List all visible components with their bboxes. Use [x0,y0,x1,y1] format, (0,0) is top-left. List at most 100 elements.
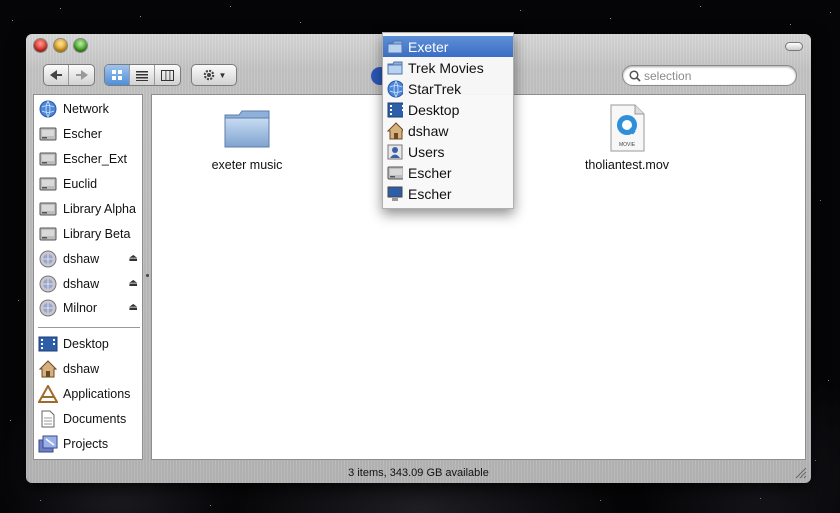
file-item[interactable]: MOVIE tholiantest.mov [572,102,682,172]
sidebar-item-label: Library Beta [63,227,131,241]
action-menu-button[interactable]: ▼ [191,64,237,86]
desktop-icon [38,334,58,354]
sidebar-item[interactable]: Library Alpha [34,197,144,221]
sidebar-item[interactable]: Milnor ⏏ [34,296,144,320]
star [140,16,141,17]
star [610,18,611,19]
eject-icon[interactable]: ⏏ [129,253,138,264]
eject-icon[interactable]: ⏏ [129,302,138,313]
sidebar-item[interactable]: Library Beta [34,222,144,246]
path-menu-item-label: Escher [408,185,452,202]
star [210,505,211,506]
applications-icon [38,384,58,404]
globe-icon [387,80,403,97]
search-field[interactable] [622,65,797,86]
computer-icon [387,186,403,202]
star [830,12,831,13]
projects-icon [38,434,58,454]
path-menu-item-label: Exeter [408,38,449,55]
star [10,420,11,421]
sidebar-place-item[interactable]: dshaw [34,357,144,381]
sidebar-splitter[interactable] [144,94,151,460]
list-view-icon [136,70,148,81]
hard-drive-icon [38,199,58,219]
path-menu-item[interactable]: Escher [383,183,513,204]
network-volume-icon [38,274,58,294]
close-button[interactable] [34,39,47,52]
hard-drive-icon [38,149,58,169]
path-menu-item[interactable]: Users [383,141,513,162]
minimize-button[interactable] [54,39,67,52]
sidebar-item[interactable]: Escher_Ext [34,147,144,171]
hard-drive-icon [38,174,58,194]
star [520,10,521,11]
sidebar-item-label: Escher_Ext [63,152,127,166]
file-item[interactable]: exeter music [192,102,302,172]
users-icon [387,144,403,160]
sidebar-place-item[interactable]: Applications [34,382,144,406]
hard-drive-icon [387,165,403,181]
back-arrow-icon [50,70,62,80]
file-label: tholiantest.mov [584,158,670,172]
list-view-button[interactable] [130,65,155,85]
path-menu-item[interactable]: Escher [383,162,513,183]
status-text: 3 items, 343.09 GB available [348,466,489,479]
sidebar-item-label: Library Alpha [63,202,136,216]
sidebar-item-label: Applications [63,387,131,401]
sidebar-item[interactable]: dshaw ⏏ [34,247,144,271]
path-menu-item-label: Trek Movies [408,59,484,76]
sidebar: Network Escher Escher_Ext Euclid Library Alp… [33,94,143,460]
toolbar-toggle-button[interactable] [785,42,803,51]
network-volume-icon [38,298,58,318]
star [700,6,701,7]
sidebar-item-label: Euclid [63,177,98,191]
resize-grip-icon[interactable] [794,466,807,479]
sidebar-item[interactable]: Escher [34,122,144,146]
path-menu-item[interactable]: Exeter [383,36,513,57]
quicktime-movie-icon: MOVIE [610,104,645,152]
back-button[interactable] [44,65,70,85]
search-input[interactable] [644,68,784,83]
sidebar-place-item[interactable]: Documents [34,407,144,431]
sidebar-item[interactable]: Network [34,97,144,121]
icon-view-button[interactable] [105,65,130,85]
hard-drive-icon [38,224,58,244]
path-menu-item-label: Users [408,143,445,160]
search-icon [629,69,641,82]
path-menu-item[interactable]: dshaw [383,120,513,141]
forward-button[interactable] [69,65,94,85]
column-view-icon [161,69,174,81]
star [760,498,761,499]
sidebar-item-label: Milnor [63,301,98,315]
svg-text:MOVIE: MOVIE [619,142,636,148]
path-menu-item-label: dshaw [408,122,449,139]
sidebar-place-item[interactable]: Projects [34,432,144,456]
path-menu-item-label: Escher [408,164,452,181]
documents-icon [38,409,58,429]
star [828,380,829,381]
sidebar-item-label: Desktop [63,337,109,351]
hard-drive-icon [38,124,58,144]
star [230,6,231,7]
sidebar-divider [38,327,140,328]
sidebar-item-label: Network [63,102,109,116]
path-popup-menu: Exeter Trek Movies StarTrek Desktop dshaw Use… [382,32,514,209]
network-volume-icon [38,249,58,269]
sidebar-item[interactable]: dshaw ⏏ [34,272,144,296]
path-menu-item-label: Desktop [408,101,460,118]
star [790,24,791,25]
path-menu-item[interactable]: StarTrek [383,78,513,99]
sidebar-item-label: dshaw [63,362,100,376]
sidebar-place-item[interactable]: Desktop [34,332,144,356]
desktop-icon [387,102,403,118]
column-view-button[interactable] [155,65,180,85]
eject-icon[interactable]: ⏏ [129,278,138,289]
zoom-button[interactable] [74,39,87,52]
sidebar-item-label: Documents [63,412,127,426]
path-menu-item[interactable]: Desktop [383,99,513,120]
icon-view-icon [112,70,122,80]
file-label: exeter music [211,158,283,172]
path-menu-item[interactable]: Trek Movies [383,57,513,78]
sidebar-item-label: Escher [63,127,102,141]
sidebar-item[interactable]: Euclid [34,172,144,196]
